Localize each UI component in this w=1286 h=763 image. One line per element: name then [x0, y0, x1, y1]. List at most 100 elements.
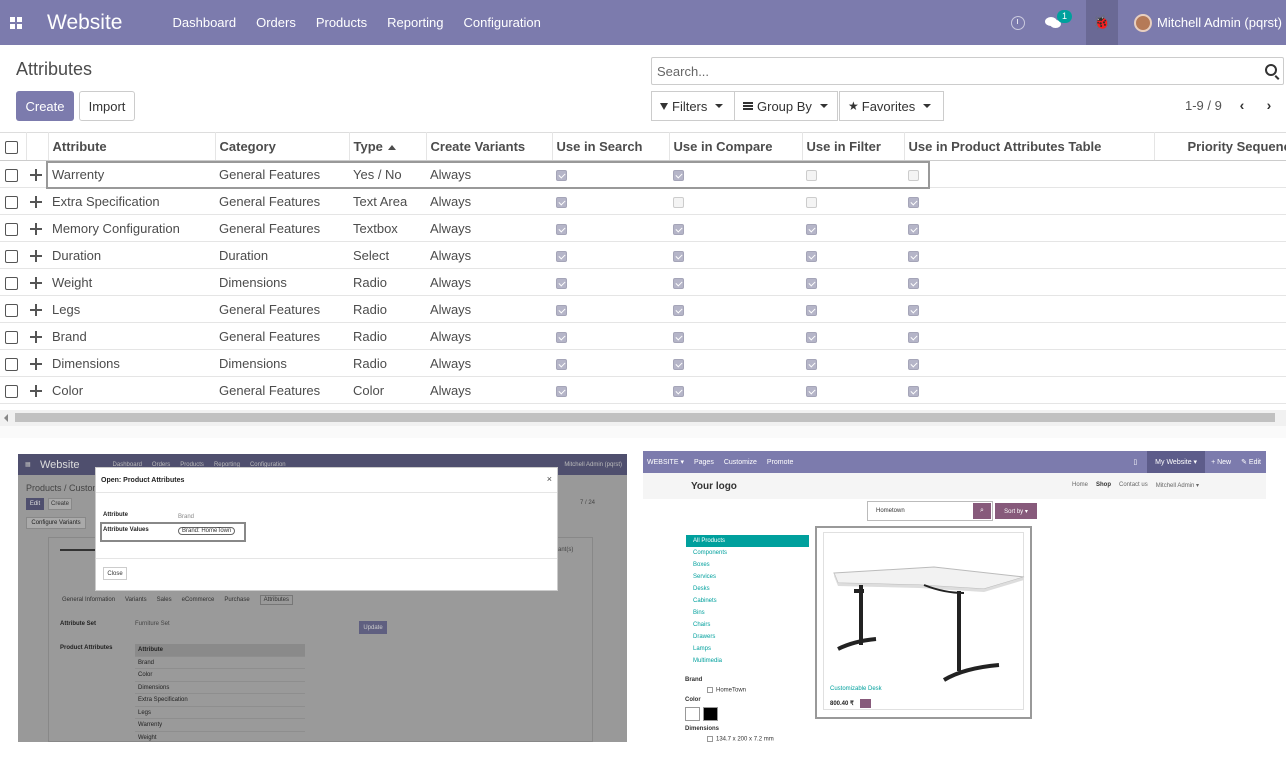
use-in-table-cell[interactable]: [904, 160, 1154, 188]
use-in-table-cell[interactable]: [904, 349, 1154, 377]
attribute-cell[interactable]: Legs: [48, 295, 215, 323]
use-in-compare-checkbox[interactable]: [673, 223, 684, 235]
pager-value[interactable]: 1-9 / 9: [1185, 98, 1222, 113]
category-cell[interactable]: General Features: [215, 322, 349, 350]
priority-sequence-cell[interactable]: [1154, 268, 1286, 296]
row-checkbox[interactable]: [5, 276, 18, 290]
use-in-compare-checkbox[interactable]: [673, 304, 684, 316]
use-in-search-checkbox[interactable]: [556, 358, 567, 370]
row-select-cell[interactable]: [0, 295, 26, 323]
drag-handle-icon[interactable]: [30, 223, 42, 236]
use-in-table-checkbox[interactable]: [908, 331, 919, 343]
table-row[interactable]: Legs General Features Radio Always: [0, 295, 1286, 323]
use-in-search-checkbox[interactable]: [556, 250, 567, 262]
use-in-filter-checkbox[interactable]: [806, 304, 817, 316]
use-in-compare-checkbox[interactable]: [673, 169, 684, 181]
use-in-compare-cell[interactable]: [669, 268, 802, 296]
use-in-table-cell[interactable]: [904, 322, 1154, 350]
create-variants-cell[interactable]: Always: [426, 187, 552, 215]
type-cell[interactable]: Radio: [349, 268, 426, 296]
type-cell[interactable]: Yes / No: [349, 160, 426, 188]
use-in-table-checkbox[interactable]: [908, 169, 919, 181]
row-checkbox[interactable]: [5, 195, 18, 209]
drag-handle-icon[interactable]: [30, 385, 42, 398]
priority-sequence-cell[interactable]: [1154, 322, 1286, 350]
attribute-cell[interactable]: Duration: [48, 241, 215, 269]
row-checkbox[interactable]: [5, 330, 18, 344]
attribute-cell[interactable]: Warrenty: [48, 160, 215, 188]
use-in-filter-cell[interactable]: [802, 241, 904, 269]
use-in-search-cell[interactable]: [552, 214, 669, 242]
row-select-cell[interactable]: [0, 268, 26, 296]
select-all-checkbox-cell[interactable]: [0, 132, 27, 161]
drag-handle-cell[interactable]: [26, 322, 48, 350]
use-in-table-cell[interactable]: [904, 295, 1154, 323]
drag-handle-cell[interactable]: [26, 241, 48, 269]
table-row[interactable]: Dimensions Dimensions Radio Always: [0, 349, 1286, 377]
attribute-cell[interactable]: Memory Configuration: [48, 214, 215, 242]
pager-previous-icon[interactable]: ‹: [1237, 97, 1247, 113]
use-in-filter-cell[interactable]: [802, 214, 904, 242]
drag-handle-icon[interactable]: [30, 277, 42, 290]
scroll-left-icon[interactable]: [4, 414, 8, 422]
use-in-table-cell[interactable]: [904, 376, 1154, 404]
use-in-search-cell[interactable]: [552, 295, 669, 323]
use-in-filter-cell[interactable]: [802, 268, 904, 296]
scroll-thumb[interactable]: [15, 413, 1275, 422]
search-input[interactable]: [657, 58, 1237, 84]
use-in-table-cell[interactable]: [904, 241, 1154, 269]
pager-next-icon[interactable]: ›: [1264, 97, 1274, 113]
table-row[interactable]: Weight Dimensions Radio Always: [0, 268, 1286, 296]
create-variants-cell[interactable]: Always: [426, 160, 552, 188]
use-in-table-checkbox[interactable]: [908, 250, 919, 262]
use-in-search-checkbox[interactable]: [556, 169, 567, 181]
use-in-search-cell[interactable]: [552, 349, 669, 377]
type-cell[interactable]: Radio: [349, 349, 426, 377]
category-cell[interactable]: Dimensions: [215, 349, 349, 377]
use-in-filter-cell[interactable]: [802, 322, 904, 350]
use-in-compare-checkbox[interactable]: [673, 358, 684, 370]
drag-handle-icon[interactable]: [30, 304, 42, 317]
type-cell[interactable]: Text Area: [349, 187, 426, 215]
category-cell[interactable]: General Features: [215, 295, 349, 323]
row-checkbox[interactable]: [5, 168, 18, 182]
use-in-search-checkbox[interactable]: [556, 196, 567, 208]
column-header[interactable]: Create Variants: [426, 132, 553, 161]
category-cell[interactable]: Dimensions: [215, 268, 349, 296]
select-all-checkbox[interactable]: [5, 141, 18, 155]
column-header[interactable]: Use in Filter: [802, 132, 905, 161]
type-cell[interactable]: Radio: [349, 322, 426, 350]
use-in-search-cell[interactable]: [552, 160, 669, 188]
menu-dashboard[interactable]: Dashboard: [162, 0, 246, 45]
use-in-search-checkbox[interactable]: [556, 277, 567, 289]
use-in-table-checkbox[interactable]: [908, 385, 919, 397]
use-in-filter-checkbox[interactable]: [806, 250, 817, 262]
row-checkbox[interactable]: [5, 384, 18, 398]
type-cell[interactable]: Textbox: [349, 214, 426, 242]
drag-handle-icon[interactable]: [30, 169, 42, 182]
use-in-table-checkbox[interactable]: [908, 277, 919, 289]
use-in-search-cell[interactable]: [552, 322, 669, 350]
search-icon[interactable]: [1265, 64, 1277, 76]
menu-configuration[interactable]: Configuration: [454, 0, 551, 45]
drag-handle-icon[interactable]: [30, 196, 42, 209]
use-in-search-cell[interactable]: [552, 187, 669, 215]
create-variants-cell[interactable]: Always: [426, 268, 552, 296]
priority-sequence-cell[interactable]: [1154, 214, 1286, 242]
table-row[interactable]: Duration Duration Select Always: [0, 241, 1286, 269]
drag-handle-cell[interactable]: [26, 295, 48, 323]
table-row[interactable]: Extra Specification General Features Text …: [0, 187, 1286, 215]
use-in-search-cell[interactable]: [552, 241, 669, 269]
use-in-filter-checkbox[interactable]: [806, 331, 817, 343]
use-in-filter-checkbox[interactable]: [806, 385, 817, 397]
use-in-table-checkbox[interactable]: [908, 304, 919, 316]
import-button[interactable]: Import: [79, 91, 135, 121]
row-checkbox[interactable]: [5, 249, 18, 263]
priority-sequence-cell[interactable]: [1154, 376, 1286, 404]
use-in-filter-checkbox[interactable]: [806, 196, 817, 208]
row-select-cell[interactable]: [0, 349, 26, 377]
use-in-compare-cell[interactable]: [669, 376, 802, 404]
use-in-filter-checkbox[interactable]: [806, 358, 817, 370]
menu-reporting[interactable]: Reporting: [377, 0, 453, 45]
type-cell[interactable]: Select: [349, 241, 426, 269]
